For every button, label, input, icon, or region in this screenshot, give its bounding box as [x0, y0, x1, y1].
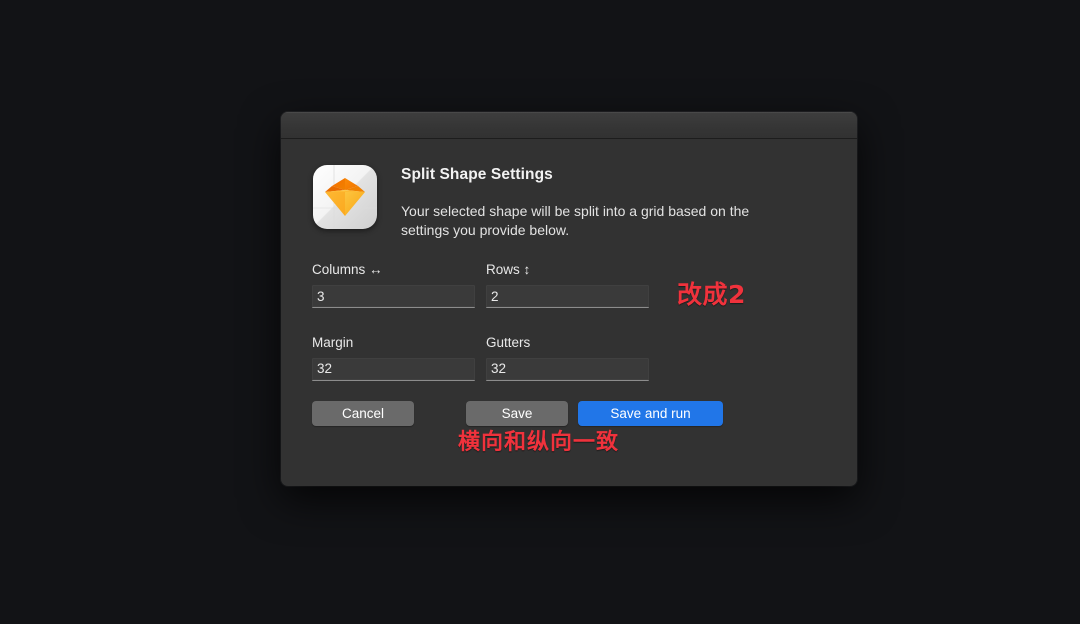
- dialog-button-row: Cancel Save Save and run: [281, 400, 857, 426]
- dialog-header-text: Split Shape Settings Your selected shape…: [401, 164, 827, 240]
- settings-form: Columns ↔ Rows ↕ Margin Gutters: [281, 262, 857, 381]
- field-row-grid: Columns ↔ Rows ↕: [312, 262, 827, 309]
- gutters-input[interactable]: [486, 357, 649, 381]
- rows-label: Rows ↕: [486, 262, 531, 278]
- annotation-change-to-2: 改成2: [677, 280, 746, 309]
- dialog-body: Split Shape Settings Your selected shape…: [281, 139, 857, 486]
- dialog-title: Split Shape Settings: [401, 166, 553, 183]
- sketch-app-icon: [312, 164, 378, 230]
- field-rows: Rows ↕: [486, 262, 649, 309]
- dialog-header: Split Shape Settings Your selected shape…: [281, 139, 857, 240]
- columns-label: Columns ↔: [312, 262, 383, 278]
- dialog-description: Your selected shape will be split into a…: [401, 202, 750, 238]
- split-shape-settings-dialog: Split Shape Settings Your selected shape…: [281, 112, 857, 486]
- field-margin: Margin: [312, 335, 475, 381]
- cancel-button[interactable]: Cancel: [312, 400, 414, 426]
- field-columns: Columns ↔: [312, 262, 475, 309]
- annotation-horizontal-vertical-same: 横向和纵向一致: [458, 430, 620, 455]
- field-row-spacing: Margin Gutters: [312, 335, 827, 381]
- gutters-label: Gutters: [486, 335, 531, 351]
- window-titlebar[interactable]: [281, 112, 857, 139]
- rows-input[interactable]: [486, 285, 649, 309]
- margin-label: Margin: [312, 335, 354, 351]
- margin-input[interactable]: [312, 357, 475, 381]
- save-and-run-button[interactable]: Save and run: [578, 400, 723, 426]
- field-gutters: Gutters: [486, 335, 649, 381]
- save-button[interactable]: Save: [466, 400, 568, 426]
- columns-input[interactable]: [312, 285, 475, 309]
